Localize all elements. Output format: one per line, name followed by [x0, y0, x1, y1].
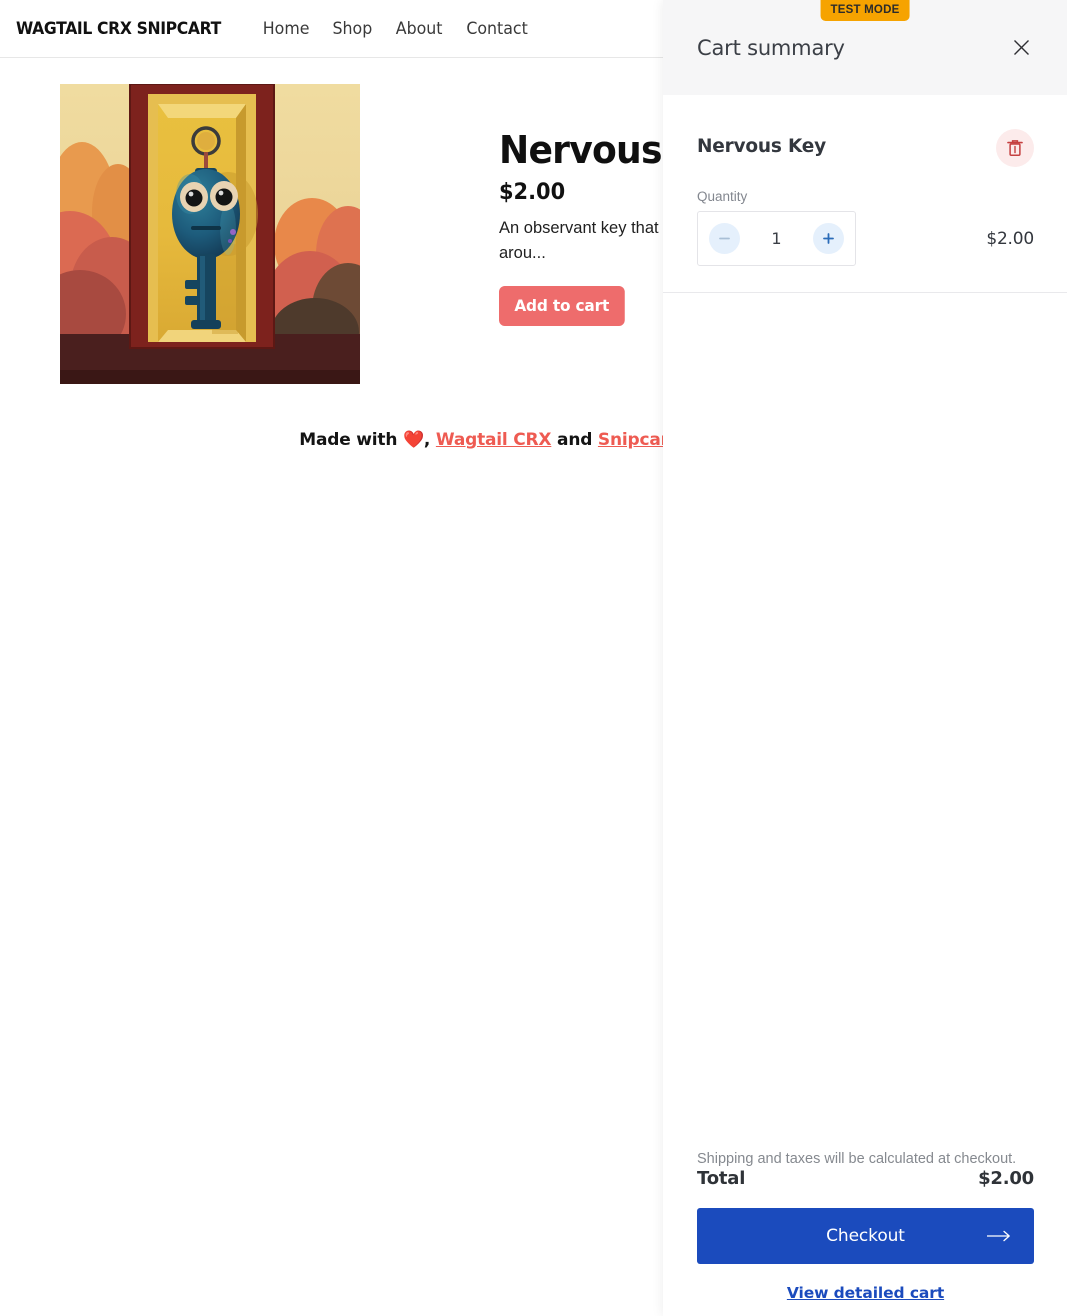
view-detailed-cart-link[interactable]: View detailed cart — [697, 1284, 1034, 1302]
close-icon[interactable] — [1008, 35, 1034, 61]
cart-item-row: Nervous Key Quantity 1 $2.00 — [663, 95, 1067, 293]
cart-item-name: Nervous Key — [697, 136, 826, 157]
footer-prefix: Made with — [299, 430, 403, 450]
nav-item-contact[interactable]: Contact — [466, 19, 528, 39]
cart-panel: TEST MODE Cart summary Nervous Key Quant… — [663, 0, 1067, 1316]
minus-icon[interactable] — [709, 223, 740, 254]
cart-total-row: Total $2.00 — [697, 1168, 1034, 1189]
plus-icon[interactable] — [813, 223, 844, 254]
checkout-button-label: Checkout — [826, 1226, 905, 1246]
cart-item-price: $2.00 — [986, 228, 1034, 249]
site-brand[interactable]: WAGTAIL CRX SNIPCART — [16, 19, 221, 39]
test-mode-badge: TEST MODE — [820, 0, 910, 21]
footer-middle: and — [551, 430, 598, 450]
cart-items-list: Nervous Key Quantity 1 $2.00 — [663, 95, 1067, 1151]
cart-item-header: Nervous Key — [697, 129, 1034, 167]
product-image — [60, 84, 360, 384]
trash-icon[interactable] — [996, 129, 1034, 167]
heart-icon: ❤️ — [402, 430, 424, 450]
checkout-button[interactable]: Checkout — [697, 1208, 1034, 1264]
nav-item-about[interactable]: About — [395, 19, 442, 39]
footer-separator: , — [423, 430, 436, 450]
quantity-stepper: 1 — [697, 211, 856, 266]
shipping-note: Shipping and taxes will be calculated at… — [697, 1151, 1017, 1167]
add-to-cart-button[interactable]: Add to cart — [499, 286, 625, 326]
main-nav: Home Shop About Contact — [261, 19, 530, 39]
cart-total-value: $2.00 — [978, 1168, 1034, 1189]
quantity-value[interactable]: 1 — [771, 229, 781, 248]
cart-item-controls: 1 $2.00 — [697, 211, 1034, 266]
cart-total-label: Total — [697, 1168, 746, 1189]
nav-item-shop[interactable]: Shop — [332, 19, 372, 39]
nav-item-home[interactable]: Home — [262, 19, 309, 39]
cart-footer: Shipping and taxes will be calculated at… — [663, 1151, 1067, 1316]
cart-summary-title: Cart summary — [697, 35, 845, 60]
arrow-right-icon — [987, 1230, 1012, 1242]
quantity-label: Quantity — [697, 189, 748, 204]
footer-link-wagtail-crx[interactable]: Wagtail CRX — [436, 430, 552, 450]
